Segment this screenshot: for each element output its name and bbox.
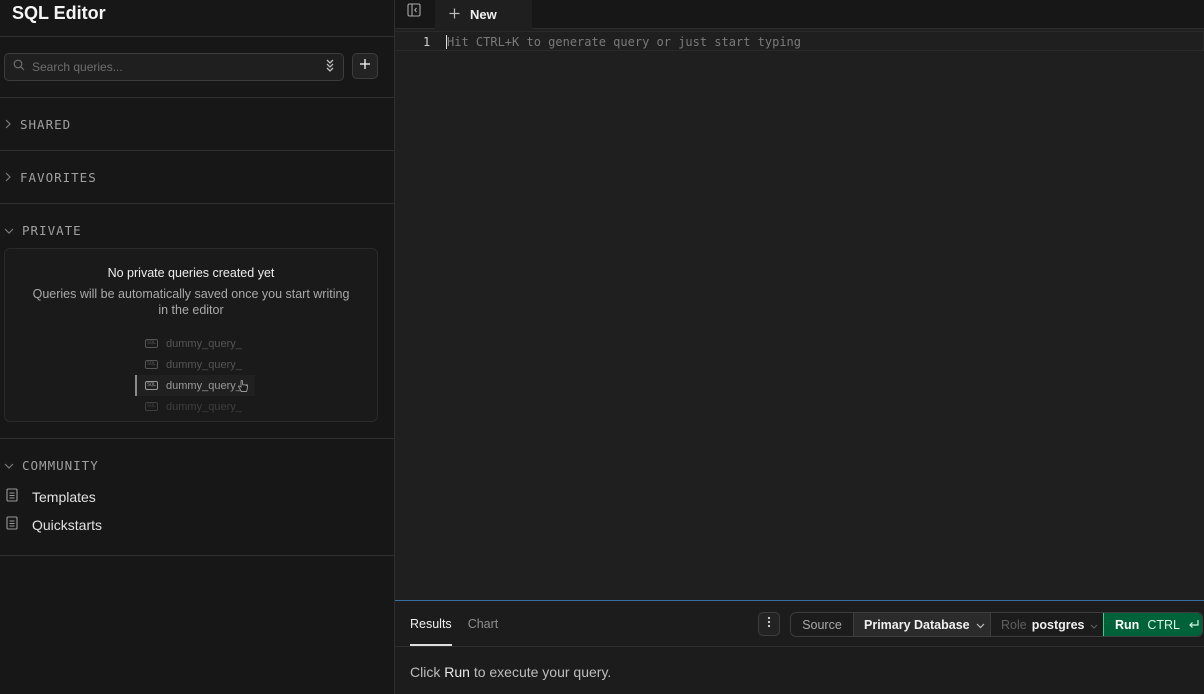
dummy-query-illustration: SQL dummy_query_ SQL dummy_query_ SQL du… xyxy=(135,339,255,421)
run-button[interactable]: Run CTRL xyxy=(1103,613,1202,636)
sql-file-icon: SQL xyxy=(145,381,159,390)
plus-icon xyxy=(359,57,371,75)
editor-placeholder: Hit CTRL+K to generate query or just sta… xyxy=(447,35,802,49)
section-favorites-label: FAVORITES xyxy=(20,170,97,185)
tab-new[interactable]: New xyxy=(435,0,532,29)
hand-cursor-icon xyxy=(237,380,249,396)
database-value: Primary Database xyxy=(864,617,970,632)
empty-state-title: No private queries created yet xyxy=(107,266,275,280)
list-item: SQL dummy_query_ xyxy=(135,354,255,375)
community-item-label: Quickstarts xyxy=(32,516,103,533)
section-favorites[interactable]: FAVORITES xyxy=(4,170,97,185)
section-community-label: COMMUNITY xyxy=(22,458,99,473)
results-tabs: Results Chart xyxy=(410,601,498,646)
sidebar-header: SQL Editor xyxy=(0,0,394,37)
section-private-label: PRIVATE xyxy=(22,223,82,238)
results-panel: Results Chart Source Primary Database Ro… xyxy=(395,600,1204,694)
community-item-quickstarts[interactable]: Quickstarts xyxy=(6,516,102,533)
list-item: SQL dummy_query_ xyxy=(135,396,255,417)
sql-file-icon: SQL xyxy=(145,402,159,411)
chevron-down-icon xyxy=(976,618,985,632)
editor-main: New 1 Hit CTRL+K to generate query or ju… xyxy=(395,0,1204,694)
code-editor-line[interactable]: 1 Hit CTRL+K to generate query or just s… xyxy=(395,31,1204,51)
run-label: Run xyxy=(1115,617,1140,632)
list-item: SQL dummy_query_ xyxy=(135,339,255,354)
run-controls: Source Primary Database Role postgres Ru… xyxy=(790,612,1203,637)
dummy-item-label: dummy_query_ xyxy=(166,339,242,350)
tab-bar: New xyxy=(395,0,1204,29)
source-label: Source xyxy=(791,613,854,636)
dummy-item-label: dummy_query_ xyxy=(166,400,242,413)
document-icon xyxy=(6,488,18,505)
divider xyxy=(0,555,394,556)
chevron-right-icon xyxy=(4,170,12,185)
sidebar-toggle-icon[interactable] xyxy=(407,3,421,22)
enter-key-icon xyxy=(1188,618,1200,632)
role-label: Role xyxy=(1001,617,1027,632)
private-empty-state: No private queries created yet Queries w… xyxy=(4,248,378,422)
chevron-down-icon xyxy=(4,458,14,473)
role-select[interactable]: Role postgres xyxy=(991,613,1103,636)
sql-file-icon: SQL xyxy=(145,360,159,369)
new-query-button[interactable] xyxy=(352,53,378,79)
role-value: postgres xyxy=(1031,617,1085,632)
section-private[interactable]: PRIVATE xyxy=(4,223,82,238)
divider xyxy=(395,646,1204,647)
document-icon xyxy=(6,516,18,533)
tab-chart[interactable]: Chart xyxy=(468,601,499,646)
tab-label: New xyxy=(470,7,497,22)
search-input[interactable] xyxy=(32,60,318,74)
dummy-item-label: dummy_query_ xyxy=(166,358,242,371)
sql-file-icon: SQL xyxy=(145,339,159,348)
chevron-down-icon xyxy=(1090,618,1098,632)
section-community[interactable]: COMMUNITY xyxy=(4,458,99,473)
divider xyxy=(0,97,394,98)
more-options-button[interactable] xyxy=(758,612,780,636)
sidebar-title: SQL Editor xyxy=(12,3,106,23)
list-item: SQL dummy_query_ xyxy=(135,375,255,396)
community-item-label: Templates xyxy=(32,488,96,505)
results-hint: Click Run to execute your query. xyxy=(410,664,611,680)
sql-editor-app: SQL Editor SHARED xyxy=(0,0,1204,694)
empty-state-subtitle: Queries will be automatically saved once… xyxy=(32,287,350,317)
search-box[interactable] xyxy=(4,53,344,81)
hint-text: to execute your query. xyxy=(473,664,612,680)
section-shared[interactable]: SHARED xyxy=(4,117,71,132)
sidebar: SQL Editor SHARED xyxy=(0,0,395,694)
hint-run-word: Run xyxy=(444,664,470,680)
dummy-item-label: dummy_query_ xyxy=(166,379,242,392)
divider xyxy=(0,203,394,204)
chevron-right-icon xyxy=(4,117,12,132)
tab-results[interactable]: Results xyxy=(410,601,452,646)
line-number: 1 xyxy=(423,35,431,49)
chevron-down-icon xyxy=(4,223,14,238)
divider xyxy=(0,438,394,439)
hint-text: Click xyxy=(410,664,441,680)
section-shared-label: SHARED xyxy=(20,117,72,132)
filter-chevrons-icon[interactable] xyxy=(325,58,335,77)
community-item-templates[interactable]: Templates xyxy=(6,488,96,505)
run-shortcut: CTRL xyxy=(1147,617,1180,632)
plus-icon xyxy=(449,7,460,22)
search-row xyxy=(4,53,378,81)
database-select[interactable]: Primary Database xyxy=(854,613,991,636)
divider xyxy=(0,150,394,151)
search-icon xyxy=(13,58,25,76)
vertical-dots-icon xyxy=(767,615,771,633)
